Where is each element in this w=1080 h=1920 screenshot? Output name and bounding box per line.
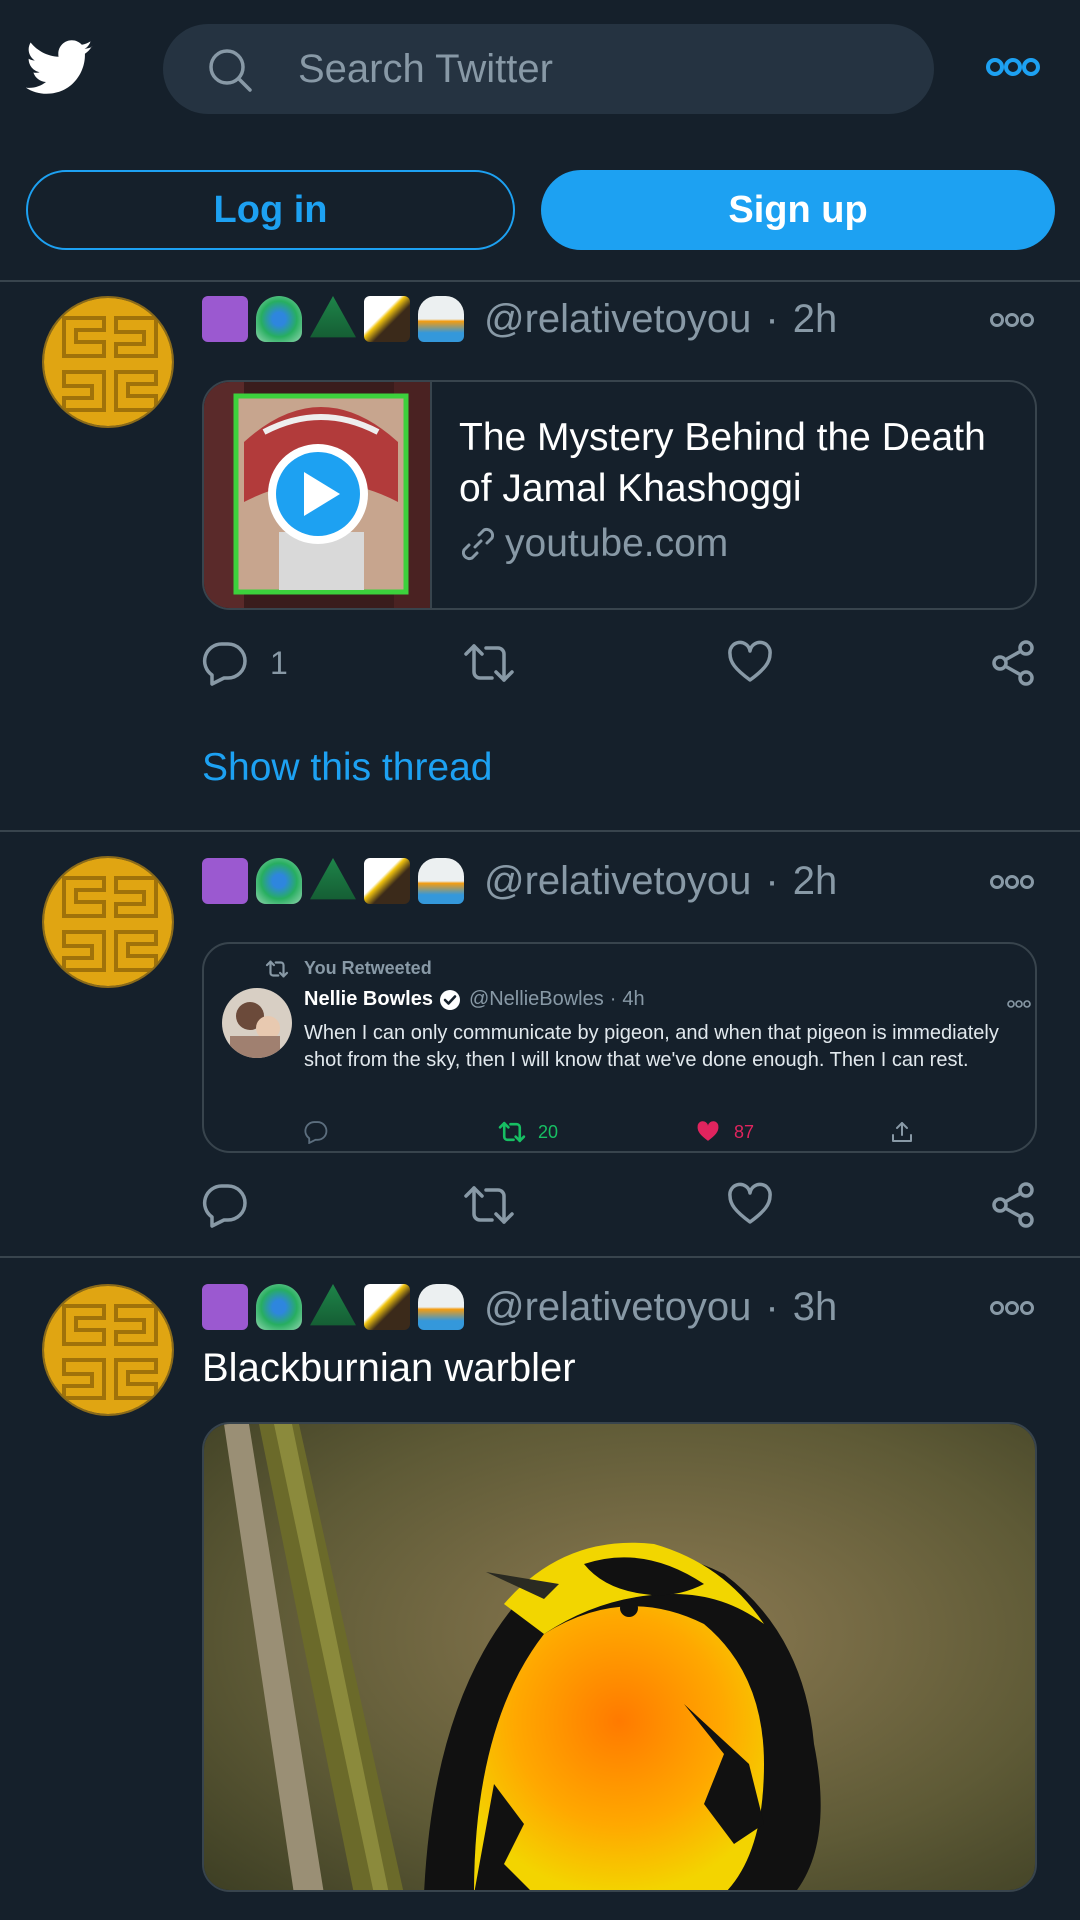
medical-symbol-icon (202, 858, 248, 904)
tweet-handle[interactable]: @relativetoyou (484, 859, 751, 904)
tweet-handle[interactable]: @relativetoyou (484, 1285, 751, 1330)
eagle-icon (364, 1284, 410, 1330)
verified-badge-icon (439, 989, 460, 1010)
eagle-icon (364, 858, 410, 904)
embedded-likes: 87 (696, 1120, 754, 1144)
tweet[interactable]: @relativetoyou · 2h You Retweeted Nellie… (0, 832, 1080, 1256)
embedded-author-name: Nellie Bowles (304, 988, 433, 1010)
tweet-time[interactable]: 3h (793, 1285, 838, 1330)
show-thread-link[interactable]: Show this thread (202, 746, 493, 790)
retweet-button[interactable] (462, 640, 516, 686)
retweeted-label: You Retweeted (264, 958, 432, 979)
separator: · (765, 296, 779, 341)
embedded-tweet-time: 4h (622, 988, 645, 1010)
evergreen-tree-icon (310, 1284, 356, 1326)
retweet-icon (464, 1186, 514, 1224)
reply-button[interactable] (202, 1182, 248, 1228)
retweet-icon (265, 960, 289, 977)
tweet-header: @relativetoyou · 3h (202, 1280, 837, 1334)
peacock-icon (256, 1284, 302, 1330)
tweet-more-icon[interactable] (990, 1300, 1034, 1316)
card-domain-text: youtube.com (505, 522, 729, 565)
embedded-retweets: 20 (498, 1120, 558, 1144)
cloud-with-lightning-and-rain-icon (418, 1284, 464, 1330)
tweet[interactable]: @relativetoyou · 3h Blackburnian warbler (0, 1258, 1080, 1920)
signup-button[interactable]: Sign up (541, 170, 1055, 250)
more-options-icon (1007, 1000, 1031, 1008)
eagle-icon (364, 296, 410, 342)
separator: · (609, 988, 617, 1010)
reply-button[interactable]: 1 (202, 640, 288, 686)
cloud-with-lightning-and-rain-icon (418, 858, 464, 904)
twitter-logo-icon[interactable] (26, 40, 94, 96)
embedded-tweet-actions: 20 87 (304, 1120, 1004, 1148)
avatar (222, 988, 292, 1058)
upload-icon (892, 1122, 912, 1142)
tweet-text: Blackburnian warbler (202, 1346, 576, 1390)
login-button[interactable]: Log in (26, 170, 515, 250)
avatar[interactable] (42, 856, 174, 988)
tweet-actions: 1 (202, 640, 1037, 690)
tweet-time[interactable]: 2h (793, 859, 838, 904)
heart-icon (728, 640, 772, 682)
share-button[interactable] (990, 640, 1036, 686)
reply-icon (304, 1121, 328, 1144)
medical-symbol-icon (202, 1284, 248, 1330)
like-button[interactable] (727, 1182, 773, 1228)
embedded-tweet-author: Nellie Bowles @NellieBowles · 4h (304, 988, 645, 1011)
avatar[interactable] (42, 296, 174, 428)
separator: · (765, 1284, 779, 1329)
share-icon (992, 1182, 1034, 1228)
retweet-icon (498, 1121, 526, 1143)
video-thumbnail[interactable] (204, 382, 432, 608)
card-domain: youtube.com (459, 522, 728, 566)
share-icon (992, 640, 1034, 686)
search-icon (209, 49, 252, 92)
tweet-header: @relativetoyou · 2h (202, 292, 837, 346)
link-icon (461, 527, 495, 561)
tweet[interactable]: @relativetoyou · 2h The Mystery Behind t… (0, 284, 1080, 830)
evergreen-tree-icon (310, 858, 356, 900)
avatar[interactable] (42, 1284, 174, 1416)
share-button[interactable] (990, 1182, 1036, 1228)
tweet-header: @relativetoyou · 2h (202, 854, 837, 908)
tweet-actions (202, 1182, 1037, 1232)
tweet-photo[interactable] (202, 1422, 1037, 1892)
retweet-button[interactable] (462, 1182, 516, 1228)
embedded-tweet-text: When I can only communicate by pigeon, a… (304, 1022, 999, 1071)
top-bar: Log in Sign up (0, 0, 1080, 282)
reply-icon (202, 1184, 247, 1228)
tweet-handle[interactable]: @relativetoyou (484, 297, 751, 342)
peacock-icon (256, 858, 302, 904)
embedded-tweet-image[interactable]: You Retweeted Nellie Bowles @NellieBowle… (202, 942, 1037, 1153)
tweet-time[interactable]: 2h (793, 297, 838, 342)
embedded-author-handle: @NellieBowles (468, 988, 604, 1010)
reply-count: 1 (270, 644, 288, 681)
embedded-like-count: 87 (734, 1121, 755, 1142)
tweet-more-icon[interactable] (990, 874, 1034, 890)
heart-filled-icon (697, 1121, 719, 1141)
medical-symbol-icon (202, 296, 248, 342)
like-button[interactable] (727, 640, 773, 686)
more-options-icon[interactable] (986, 56, 1040, 78)
embedded-share (890, 1120, 914, 1144)
peacock-icon (256, 296, 302, 342)
search-bar[interactable] (163, 24, 934, 114)
embedded-retweet-count: 20 (538, 1121, 559, 1142)
link-card[interactable]: The Mystery Behind the Death of Jamal Kh… (202, 380, 1037, 610)
reply-icon (202, 642, 247, 686)
evergreen-tree-icon (310, 296, 356, 338)
heart-icon (728, 1182, 772, 1224)
search-input[interactable] (298, 24, 898, 114)
cloud-with-lightning-and-rain-icon (418, 296, 464, 342)
retweeted-label-text: You Retweeted (304, 958, 432, 978)
retweet-icon (464, 644, 514, 682)
card-title[interactable]: The Mystery Behind the Death of Jamal Kh… (459, 412, 1019, 514)
tweet-more-icon[interactable] (990, 312, 1034, 328)
embedded-reply (304, 1120, 328, 1144)
separator: · (765, 858, 779, 903)
